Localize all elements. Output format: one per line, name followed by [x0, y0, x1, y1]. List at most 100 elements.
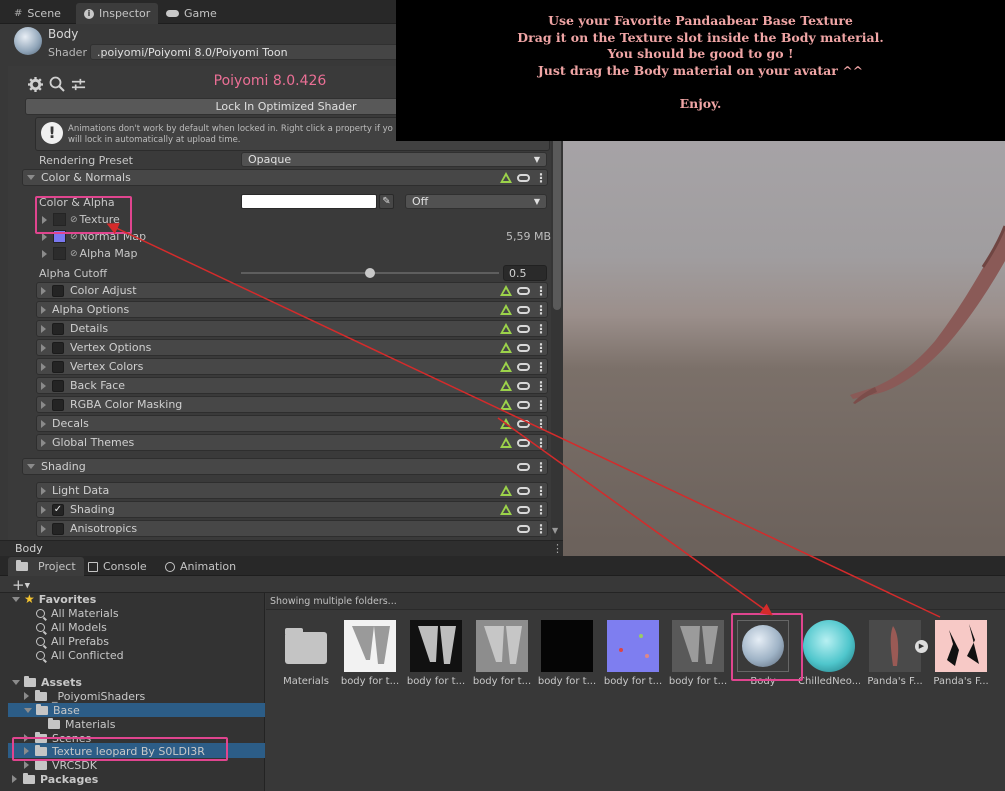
asset-thumb-tex-gray[interactable] [476, 620, 528, 672]
asset-thumb-model[interactable]: ▶ [869, 620, 928, 672]
warning-triangle-icon[interactable] [500, 342, 512, 353]
tree-favorites[interactable]: ★ Favorites [12, 592, 96, 606]
kebab-menu-icon[interactable]: ⋮ [535, 522, 547, 536]
tree-favorite-item[interactable]: All Materials [36, 606, 119, 620]
kebab-menu-icon[interactable]: ⋮ [535, 503, 547, 517]
subsection-shading[interactable]: ✓ Shading ⋮ [36, 501, 548, 518]
enable-checkbox[interactable] [52, 398, 64, 411]
link-icon[interactable] [517, 286, 530, 295]
rendering-preset-dropdown[interactable]: Opaque ▼ [241, 152, 547, 167]
alpha-map-slot-row[interactable]: ⊘ Alpha Map [42, 247, 138, 260]
scroll-down-icon[interactable]: ▼ [552, 526, 558, 535]
subsection-back-face[interactable]: Back Face ⋮ [36, 377, 548, 394]
tree-folder-base[interactable]: Base [24, 703, 80, 717]
preset-sliders-icon[interactable] [71, 77, 86, 92]
warning-triangle-icon[interactable] [500, 504, 512, 515]
warning-triangle-icon[interactable] [500, 304, 512, 315]
subsection-rgba-color-masking[interactable]: RGBA Color Masking ⋮ [36, 396, 548, 413]
asset-thumb-tex-black[interactable] [410, 620, 462, 672]
subsection-light-data[interactable]: Light Data ⋮ [36, 482, 548, 499]
kebab-menu-icon[interactable]: ⋮ [535, 171, 547, 185]
enable-checkbox[interactable] [52, 379, 64, 392]
enable-checkbox[interactable] [52, 341, 64, 354]
warning-triangle-icon[interactable] [500, 485, 512, 496]
warning-triangle-icon[interactable] [500, 361, 512, 372]
link-icon[interactable] [517, 173, 530, 182]
kebab-menu-icon[interactable]: ⋮ [535, 360, 547, 374]
warning-triangle-icon[interactable] [500, 323, 512, 334]
tab-animation[interactable]: Animation [157, 557, 244, 576]
section-shading[interactable]: Shading ⋮ [22, 458, 548, 475]
tree-folder[interactable]: Materials [48, 717, 115, 731]
shader-dropdown[interactable]: .poiyomi/Poiyomi 8.0/Poiyomi Toon [90, 44, 400, 60]
kebab-menu-icon[interactable]: ⋮ [535, 341, 547, 355]
enable-checkbox[interactable] [52, 284, 64, 297]
link-icon[interactable] [517, 419, 530, 428]
subsection-global-themes[interactable]: Global Themes ⋮ [36, 434, 548, 451]
warning-triangle-icon[interactable] [500, 418, 512, 429]
warning-triangle-icon[interactable] [500, 285, 512, 296]
tree-favorite-item[interactable]: All Prefabs [36, 634, 109, 648]
tree-favorite-item[interactable]: All Conflicted [36, 648, 124, 662]
warning-triangle-icon[interactable] [500, 399, 512, 410]
section-color-normals[interactable]: Color & Normals ⋮ [22, 169, 548, 186]
enable-checkbox[interactable] [52, 322, 64, 335]
enable-checkbox[interactable] [52, 360, 64, 373]
subsection-alpha-options[interactable]: Alpha Options ⋮ [36, 301, 548, 318]
subsection-anisotropics[interactable]: Anisotropics ⋮ [36, 520, 548, 537]
scene-viewport[interactable] [563, 141, 1005, 556]
color-mode-dropdown[interactable]: Off ▼ [405, 194, 547, 209]
kebab-menu-icon[interactable]: ⋮ [535, 484, 547, 498]
tree-folder[interactable]: _PoiyomiShaders [24, 689, 145, 703]
enable-checkbox[interactable] [52, 522, 64, 535]
subsection-details[interactable]: Details ⋮ [36, 320, 548, 337]
kebab-menu-icon[interactable]: ⋮ [535, 284, 547, 298]
asset-thumb-tex-solid-black[interactable] [541, 620, 593, 672]
tree-packages[interactable]: Packages [12, 772, 98, 786]
link-icon[interactable] [517, 362, 530, 371]
eyedropper-icon[interactable]: ✎ [379, 194, 394, 209]
alpha-map-thumb[interactable] [53, 247, 66, 260]
link-icon[interactable] [517, 381, 530, 390]
link-icon[interactable] [517, 486, 530, 495]
search-icon[interactable] [49, 76, 65, 92]
kebab-menu-icon[interactable]: ⋮ [535, 379, 547, 393]
asset-thumb-tex-darkgray[interactable] [672, 620, 724, 672]
kebab-menu-icon[interactable]: ⋮ [535, 417, 547, 431]
link-icon[interactable] [517, 462, 530, 471]
link-icon[interactable] [517, 505, 530, 514]
subsection-color-adjust[interactable]: Color Adjust ⋮ [36, 282, 548, 299]
link-icon[interactable] [517, 400, 530, 409]
tab-project[interactable]: Project [8, 557, 84, 576]
tree-favorite-item[interactable]: All Models [36, 620, 107, 634]
tab-scene[interactable]: # Scene [6, 3, 69, 24]
kebab-menu-icon[interactable]: ⋮ [535, 398, 547, 412]
tab-inspector[interactable]: i Inspector [76, 3, 159, 24]
subsection-vertex-options[interactable]: Vertex Options ⋮ [36, 339, 548, 356]
alpha-cutoff-value-field[interactable]: 0.5 [503, 265, 547, 281]
asset-thumb-tex-white[interactable] [344, 620, 396, 672]
color-swatch-field[interactable] [241, 194, 377, 209]
tab-console[interactable]: Console [80, 557, 155, 576]
gear-icon[interactable] [28, 77, 43, 92]
kebab-menu-icon[interactable]: ⋮ [535, 460, 547, 474]
enable-checkbox[interactable]: ✓ [52, 503, 64, 516]
subsection-vertex-colors[interactable]: Vertex Colors ⋮ [36, 358, 548, 375]
link-icon[interactable] [517, 324, 530, 333]
kebab-menu-icon[interactable]: ⋮ [535, 436, 547, 450]
asset-thumb-tex-normal[interactable] [607, 620, 659, 672]
kebab-menu-icon[interactable]: ⋮ [552, 542, 563, 555]
preview-bar[interactable]: Body ⋮ [0, 540, 563, 556]
warning-triangle-icon[interactable] [500, 437, 512, 448]
link-icon[interactable] [517, 438, 530, 447]
kebab-menu-icon[interactable]: ⋮ [535, 322, 547, 336]
subsection-decals[interactable]: Decals ⋮ [36, 415, 548, 432]
warning-triangle-icon[interactable] [500, 172, 512, 183]
alpha-cutoff-slider-knob[interactable] [365, 268, 375, 278]
tab-game[interactable]: Game [158, 3, 225, 24]
asset-thumb-tex-pink[interactable] [935, 620, 987, 672]
kebab-menu-icon[interactable]: ⋮ [535, 303, 547, 317]
asset-thumb-folder[interactable] [280, 620, 332, 672]
link-icon[interactable] [517, 305, 530, 314]
asset-thumb-material-cyan[interactable] [803, 620, 855, 672]
